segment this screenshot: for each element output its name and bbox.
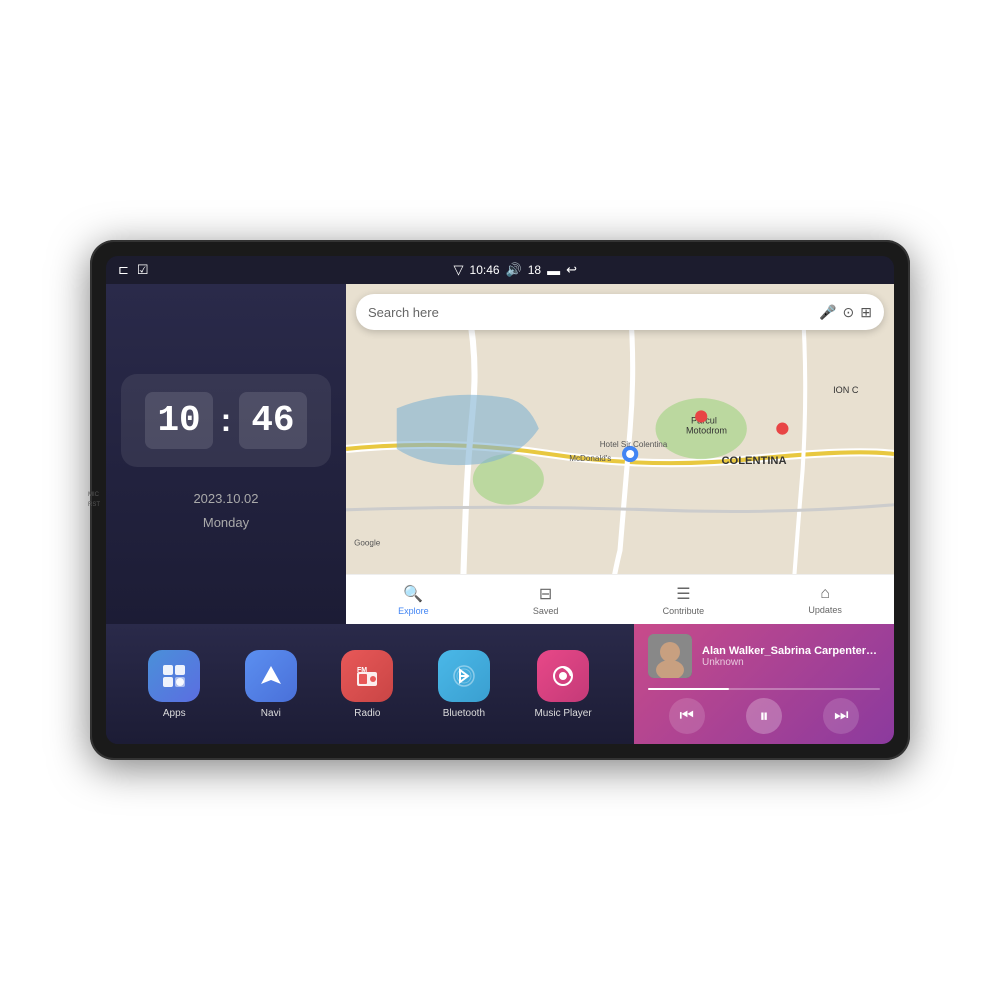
contribute-label: Contribute [663, 606, 705, 616]
music-player-label: Music Player [534, 708, 591, 719]
status-left-icons: ⊏ ☑ [118, 262, 149, 278]
navi-icon-circle [245, 650, 297, 702]
screen: ⊏ ☑ ▽ 10:46 🔊 18 ▬ ↩ 10 : 46 [106, 256, 894, 744]
clock-hour: 10 [145, 392, 212, 449]
clock-panel: 10 : 46 2023.10.02 Monday [106, 284, 346, 624]
updates-icon: ⌂ [820, 585, 830, 603]
apps-icon-circle [148, 650, 200, 702]
explore-label: Explore [398, 606, 429, 616]
music-title: Alan Walker_Sabrina Carpenter_F... [702, 645, 880, 657]
map-nav-updates[interactable]: ⌂ Updates [808, 585, 842, 615]
clock-colon: : [221, 402, 232, 439]
radio-icon-circle: FM [341, 650, 393, 702]
apps-area: Apps Navi [106, 624, 634, 744]
music-progress-bar[interactable] [648, 688, 880, 690]
map-bottom-bar: 🔍 Explore ⊟ Saved ☰ Contribute ⌂ [346, 574, 894, 624]
music-icon-circle [537, 650, 589, 702]
saved-label: Saved [533, 606, 559, 616]
map-search-icons: 🎤 ⊙ ⊞ [819, 304, 872, 321]
app-item-music[interactable]: Music Player [534, 650, 591, 719]
map-container[interactable]: Parcul Motodrom COLENTINA ION C Hotel Si… [346, 284, 894, 624]
app-item-bluetooth[interactable]: Bluetooth [438, 650, 490, 719]
date-display: 2023.10.02 [193, 487, 258, 510]
music-info-row: Alan Walker_Sabrina Carpenter_F... Unkno… [648, 634, 880, 678]
next-button[interactable]: ⏭ [823, 698, 859, 734]
bottom-section: Apps Navi [106, 624, 894, 744]
layers-icon[interactable]: ⊞ [860, 304, 872, 321]
music-text: Alan Walker_Sabrina Carpenter_F... Unkno… [702, 645, 880, 668]
svg-text:Google: Google [354, 538, 381, 547]
map-nav-saved[interactable]: ⊟ Saved [533, 584, 559, 616]
battery-icon: ▬ [547, 263, 560, 278]
clock-minute: 46 [239, 392, 306, 449]
music-progress-fill [648, 688, 729, 690]
car-head-unit: MIC RST ⊏ ☑ ▽ 10:46 🔊 18 ▬ ↩ [90, 240, 910, 760]
svg-text:FM: FM [357, 667, 367, 674]
svg-text:McDonald's: McDonald's [569, 454, 611, 463]
app-item-radio[interactable]: FM Radio [341, 650, 393, 719]
app-item-apps[interactable]: Apps [148, 650, 200, 719]
prev-button[interactable]: ⏮ [669, 698, 705, 734]
mic-search-icon[interactable]: 🎤 [819, 304, 836, 321]
map-panel: Parcul Motodrom COLENTINA ION C Hotel Si… [346, 284, 894, 624]
map-search-text: Search here [368, 305, 811, 320]
music-player: Alan Walker_Sabrina Carpenter_F... Unkno… [634, 624, 894, 744]
svg-text:Hotel Sir Colentina: Hotel Sir Colentina [600, 440, 668, 449]
status-center: ▽ 10:46 🔊 18 ▬ ↩ [454, 262, 577, 278]
music-controls: ⏮ ⏸ ⏭ [648, 698, 880, 734]
rst-label: RST [88, 502, 100, 508]
main-content: 10 : 46 2023.10.02 Monday [106, 284, 894, 624]
album-art-inner [648, 634, 692, 678]
home-icon: ⊏ [118, 262, 129, 278]
map-search-bar[interactable]: Search here 🎤 ⊙ ⊞ [356, 294, 884, 330]
app-item-navi[interactable]: Navi [245, 650, 297, 719]
bluetooth-label: Bluetooth [443, 708, 485, 719]
nav-icon: ☑ [137, 262, 149, 278]
date-info: 2023.10.02 Monday [193, 487, 258, 534]
radio-label: Radio [354, 708, 380, 719]
play-pause-button[interactable]: ⏸ [746, 698, 782, 734]
status-time: 10:46 [470, 263, 500, 277]
album-art [648, 634, 692, 678]
lens-icon[interactable]: ⊙ [843, 304, 855, 321]
mic-label: MIC [88, 492, 100, 498]
music-artist: Unknown [702, 657, 880, 668]
svg-text:ION C: ION C [833, 385, 859, 395]
volume-icon: 🔊 [506, 262, 522, 278]
bluetooth-icon-circle [438, 650, 490, 702]
signal-icon: ▽ [454, 262, 464, 278]
clock-widget: 10 : 46 [121, 374, 330, 467]
apps-label: Apps [163, 708, 186, 719]
status-bar: ⊏ ☑ ▽ 10:46 🔊 18 ▬ ↩ [106, 256, 894, 284]
saved-icon: ⊟ [539, 584, 552, 604]
back-icon[interactable]: ↩ [566, 262, 577, 278]
map-nav-contribute[interactable]: ☰ Contribute [663, 584, 705, 616]
svg-text:Motodrom: Motodrom [686, 426, 727, 436]
contribute-icon: ☰ [676, 584, 690, 604]
updates-label: Updates [808, 605, 842, 615]
battery-level: 18 [528, 263, 541, 277]
svg-text:COLENTINA: COLENTINA [721, 455, 786, 467]
navi-label: Navi [261, 708, 281, 719]
day-display: Monday [193, 511, 258, 534]
map-nav-explore[interactable]: 🔍 Explore [398, 584, 429, 616]
explore-icon: 🔍 [403, 584, 423, 604]
